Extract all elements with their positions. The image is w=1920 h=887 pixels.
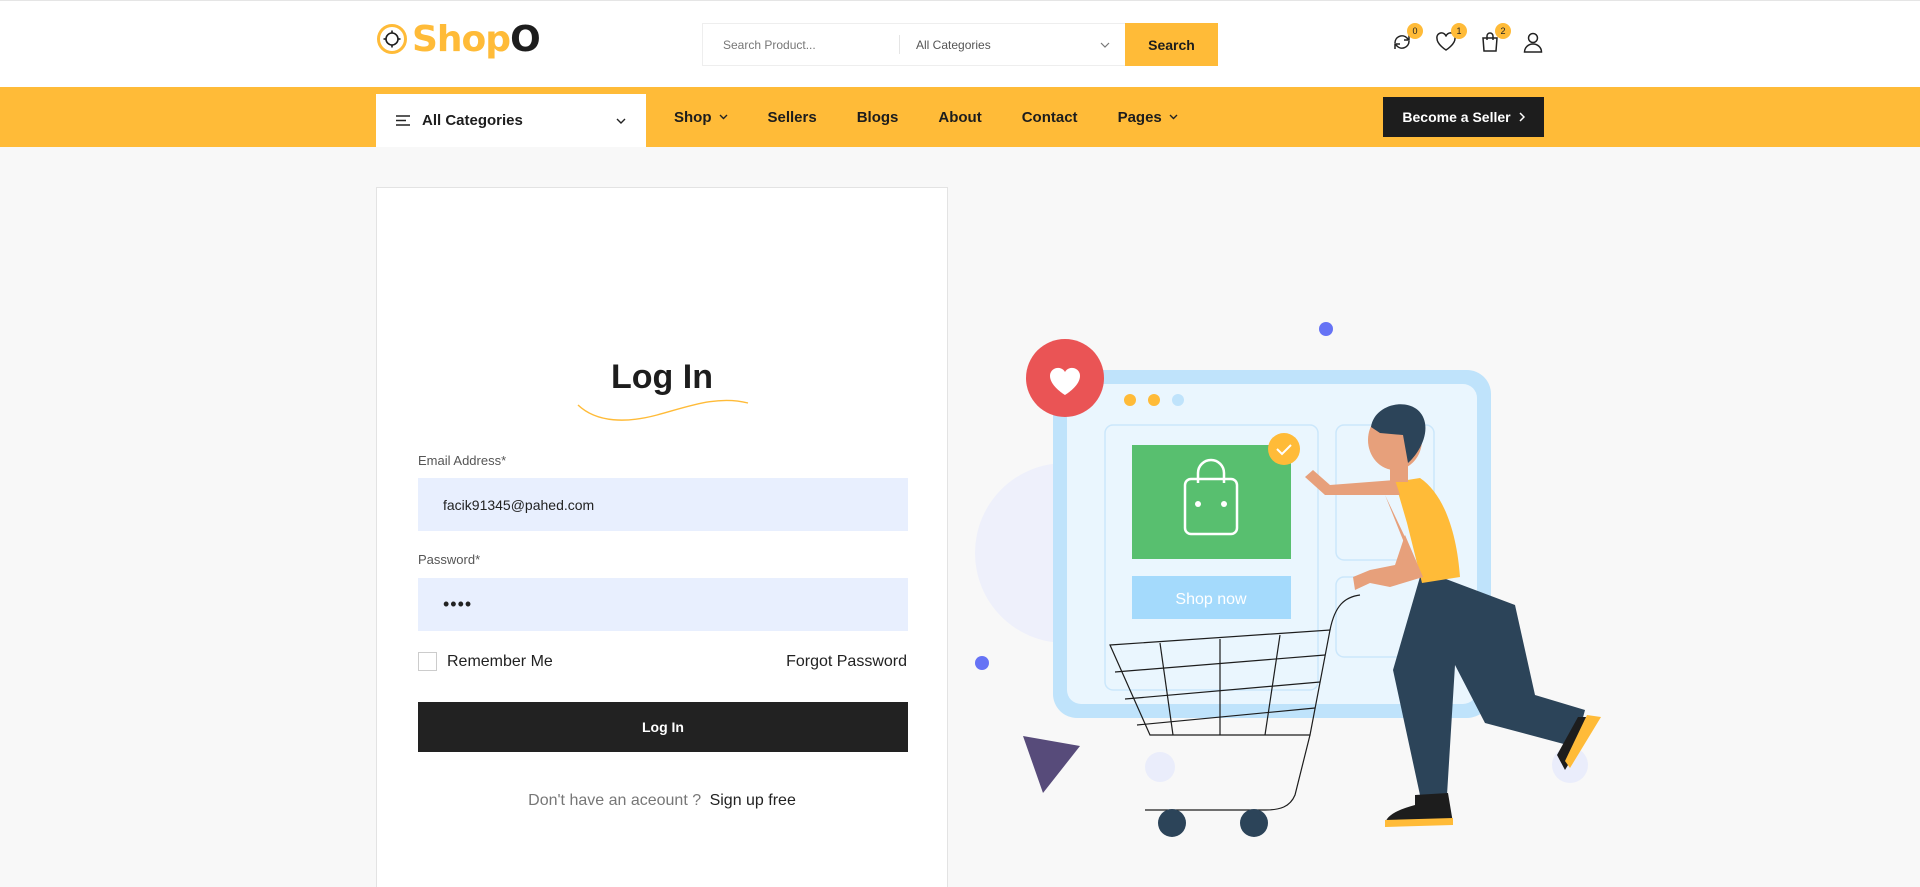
- nav-link-contact[interactable]: Contact: [1022, 109, 1078, 126]
- signup-link[interactable]: Sign up free: [710, 792, 796, 809]
- nav-link-label: About: [938, 108, 982, 126]
- nav-link-about[interactable]: About: [938, 109, 981, 126]
- window-dot-3: [1172, 394, 1184, 406]
- nav-link-label: Contact: [1021, 108, 1078, 126]
- window-dot-1: [1124, 394, 1136, 406]
- menu-icon: [396, 115, 410, 126]
- checkbox-box[interactable]: [418, 652, 437, 671]
- decor-dot-blue-top: [1319, 322, 1333, 336]
- title-underline-wave: [577, 399, 749, 421]
- nav-link-label: Blogs: [856, 108, 899, 126]
- email-label: Email Address*: [418, 453, 507, 468]
- chevron-down-icon: [719, 114, 727, 120]
- brand-name-part1: Shop: [412, 18, 511, 60]
- signup-question: Don't have an aceount ?: [528, 792, 702, 809]
- compare-badge: 0: [1407, 23, 1423, 39]
- login-submit-button[interactable]: Log In: [418, 702, 908, 752]
- all-categories-label: All Categories: [422, 112, 523, 129]
- nav-link-label: Shop: [674, 108, 712, 126]
- search-category-select[interactable]: All Categories: [900, 24, 1126, 65]
- main-navbar: All Categories Shop Sellers Blogs About …: [0, 87, 1920, 147]
- check-badge: [1268, 433, 1300, 465]
- all-categories-dropdown[interactable]: All Categories: [376, 94, 646, 147]
- brand-name: ShopO: [412, 18, 541, 60]
- cart-wheel-left: [1158, 809, 1186, 837]
- chevron-down-icon: [1169, 114, 1178, 120]
- wishlist-button[interactable]: 1: [1433, 23, 1467, 55]
- compare-button[interactable]: 0: [1389, 23, 1423, 55]
- signup-row: Don't have an aceount ? Sign up free: [377, 792, 947, 810]
- decor-dot-blue-left: [975, 656, 989, 670]
- password-label: Password*: [418, 552, 481, 567]
- remember-me-label: Remember Me: [447, 652, 553, 670]
- shop-now-label: Shop now: [1175, 591, 1247, 608]
- shopping-illustration: Shop now: [975, 322, 1601, 837]
- search-bar: All Categories Search: [702, 23, 1218, 66]
- nav-link-sellers[interactable]: Sellers: [768, 109, 817, 126]
- password-field[interactable]: [418, 578, 908, 631]
- email-field[interactable]: [418, 478, 908, 531]
- wishlist-badge: 1: [1451, 23, 1467, 39]
- chevron-right-icon: [1519, 112, 1525, 122]
- cart-button[interactable]: 2: [1477, 23, 1511, 55]
- become-seller-button[interactable]: Become a Seller: [1383, 97, 1544, 137]
- decor-dot-light: [1145, 752, 1175, 782]
- account-button[interactable]: [1520, 29, 1546, 55]
- logo-mark-icon: [377, 24, 407, 54]
- decor-triangle: [1023, 736, 1080, 793]
- window-dot-2: [1148, 394, 1160, 406]
- search-input[interactable]: [703, 24, 899, 65]
- chevron-down-icon: [1100, 42, 1110, 48]
- top-header: ShopO All Categories Search 0 1 2: [0, 0, 1920, 87]
- cart-badge: 2: [1495, 23, 1511, 39]
- compare-icon-wrap[interactable]: 0: [1389, 23, 1423, 55]
- login-title: Log In: [611, 358, 713, 396]
- remember-me-checkbox[interactable]: Remember Me: [418, 652, 553, 671]
- forgot-password-link[interactable]: Forgot Password: [786, 653, 907, 671]
- search-category-value: All Categories: [916, 37, 991, 52]
- nav-link-shop[interactable]: Shop: [674, 109, 728, 126]
- chevron-down-icon: [616, 118, 626, 124]
- user-icon-wrap[interactable]: [1520, 29, 1546, 55]
- product-card: [1132, 445, 1291, 559]
- user-icon: [1523, 32, 1543, 53]
- nav-link-pages[interactable]: Pages: [1118, 109, 1178, 126]
- nav-link-blogs[interactable]: Blogs: [857, 109, 899, 126]
- nav-links: Shop Sellers Blogs About Contact Pages: [674, 87, 1218, 147]
- cart-wheel-right: [1240, 809, 1268, 837]
- login-card: Log In Email Address* Password* Remember…: [376, 187, 948, 887]
- nav-link-label: Pages: [1117, 108, 1162, 126]
- cart-icon-wrap[interactable]: 2: [1477, 23, 1511, 55]
- nav-link-label: Sellers: [767, 108, 817, 126]
- become-seller-label: Become a Seller: [1402, 109, 1511, 125]
- search-button[interactable]: Search: [1125, 23, 1218, 66]
- brand-name-part2: O: [510, 18, 541, 60]
- heart-icon-wrap[interactable]: 1: [1433, 23, 1467, 55]
- brand-logo[interactable]: ShopO: [376, 18, 541, 60]
